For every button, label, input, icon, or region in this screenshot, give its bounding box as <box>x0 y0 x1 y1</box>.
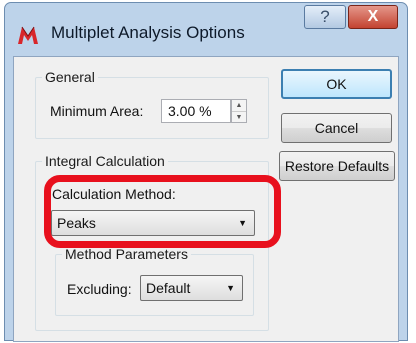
general-group-legend: General <box>42 69 98 85</box>
method-parameters-legend: Method Parameters <box>62 246 191 262</box>
ok-button[interactable]: OK <box>281 69 392 99</box>
help-icon: ? <box>320 7 330 26</box>
dialog-window: Multiplet Analysis Options ? X General M… <box>4 2 408 342</box>
close-button[interactable]: X <box>348 5 398 29</box>
spin-down-icon[interactable]: ▼ <box>232 111 246 123</box>
mnova-app-icon <box>18 26 38 44</box>
chevron-down-icon: ▼ <box>226 283 235 293</box>
excluding-value: Default <box>146 280 191 296</box>
dialog-body: General Minimum Area: 3.00 % ▲ ▼ Integra… <box>13 56 399 342</box>
cancel-button[interactable]: Cancel <box>281 113 392 143</box>
minimum-area-input[interactable]: 3.00 % <box>161 99 231 123</box>
excluding-select[interactable]: Default ▼ <box>140 275 243 301</box>
help-button[interactable]: ? <box>304 5 346 29</box>
minimum-area-label: Minimum Area: <box>50 103 144 119</box>
restore-defaults-button[interactable]: Restore Defaults <box>279 151 395 181</box>
excluding-label: Excluding: <box>67 281 132 297</box>
spin-up-icon[interactable]: ▲ <box>232 100 246 111</box>
minimum-area-spinner[interactable]: ▲ ▼ <box>231 99 247 123</box>
window-title: Multiplet Analysis Options <box>51 23 245 42</box>
highlight-annotation <box>44 175 281 248</box>
close-icon: X <box>367 8 379 25</box>
integral-calculation-legend: Integral Calculation <box>42 153 168 169</box>
title-bar[interactable]: Multiplet Analysis Options ? X <box>5 3 407 44</box>
